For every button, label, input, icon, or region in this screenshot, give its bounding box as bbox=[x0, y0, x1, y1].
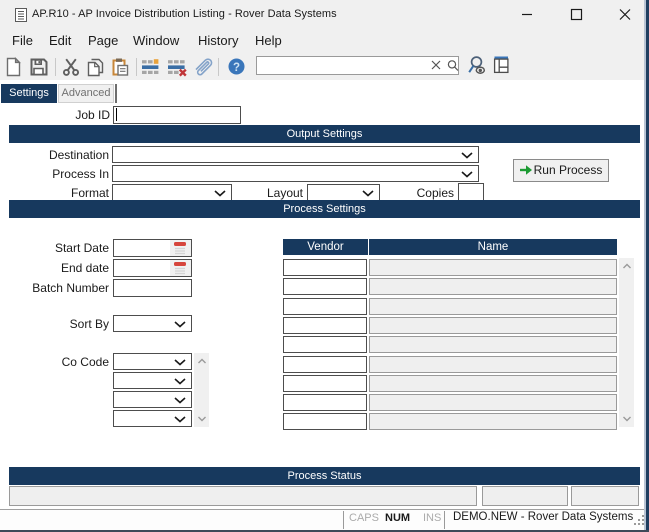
svg-text:?: ? bbox=[233, 62, 240, 74]
